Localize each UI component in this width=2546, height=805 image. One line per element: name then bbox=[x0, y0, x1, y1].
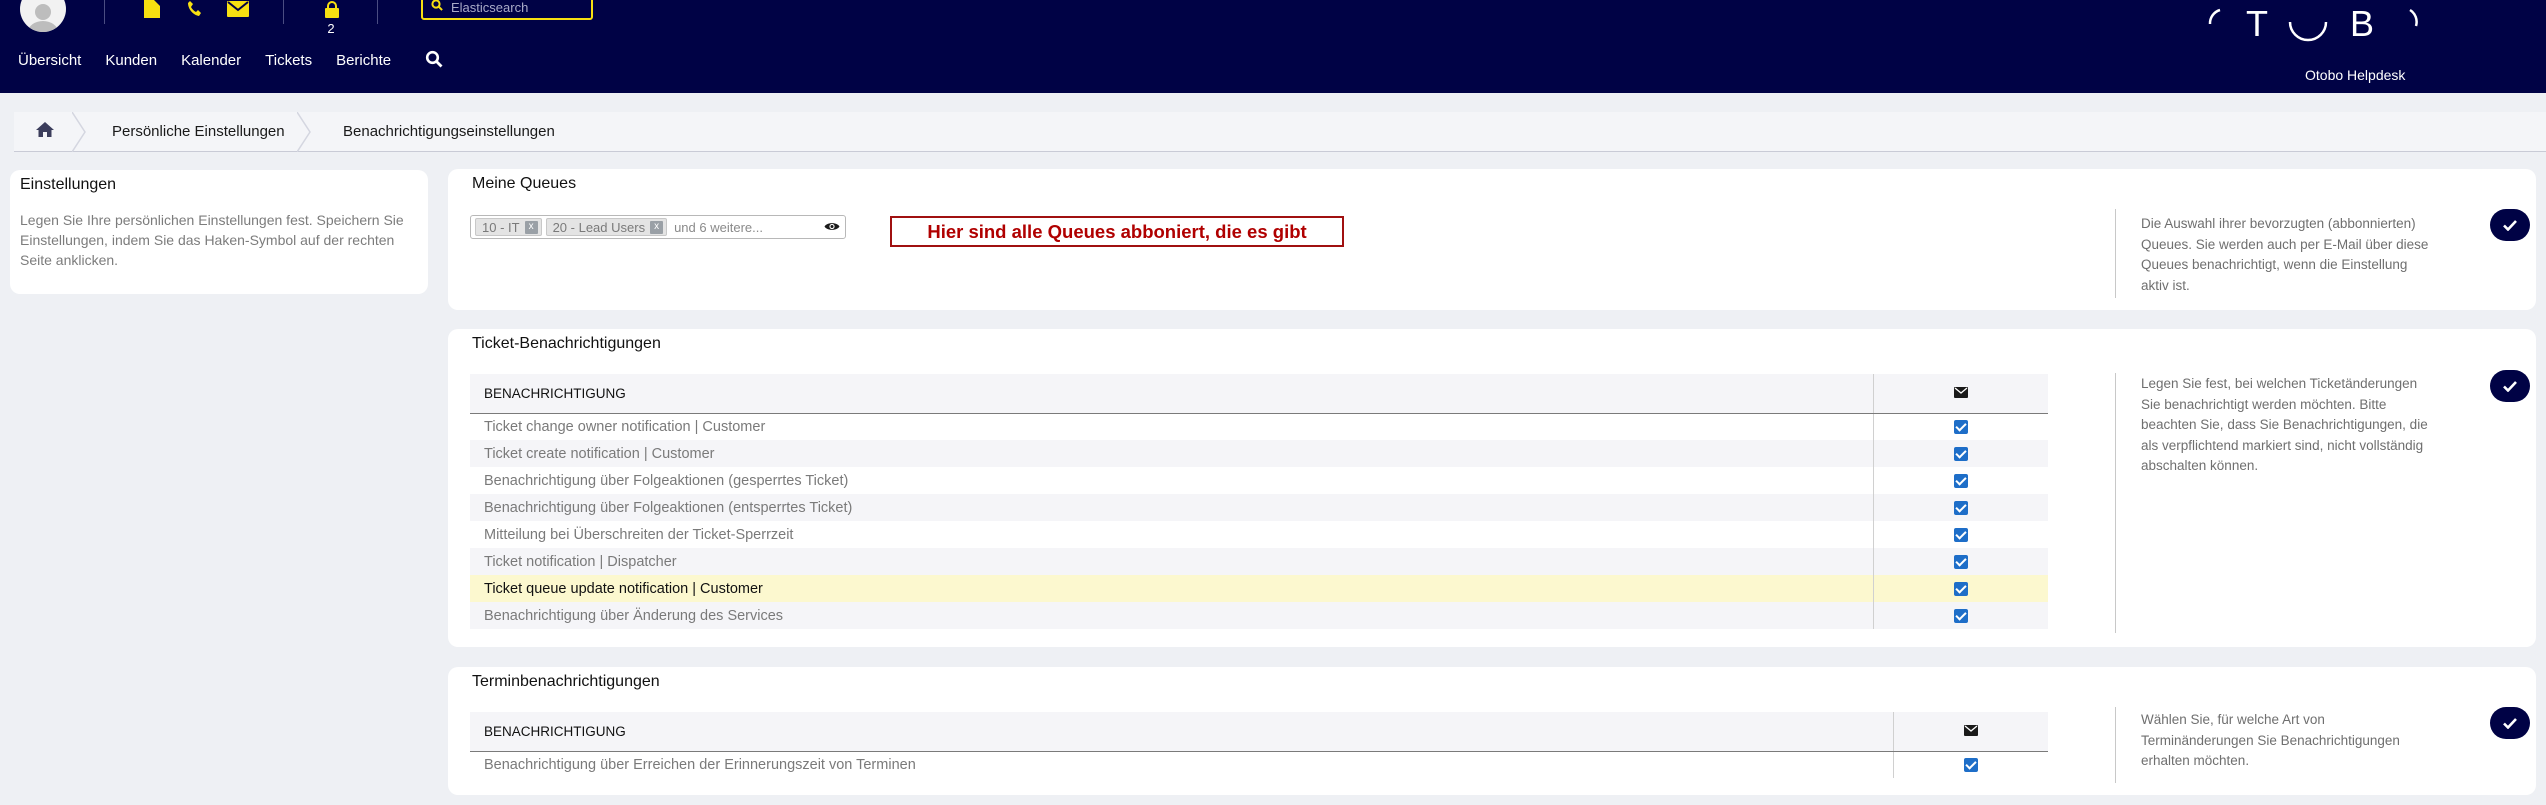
sidebar-title: Einstellungen bbox=[20, 176, 117, 193]
nav-reports[interactable]: Berichte bbox=[336, 52, 391, 69]
nav-overview[interactable]: Übersicht bbox=[18, 52, 81, 69]
eye-icon[interactable] bbox=[824, 220, 840, 235]
locked-tickets-count[interactable]: 2 bbox=[325, 21, 337, 36]
notification-label: Ticket notification | Dispatcher bbox=[470, 548, 1873, 575]
notification-label: Benachrichtigung über Folgeaktionen (ent… bbox=[470, 494, 1873, 521]
table-row: Mitteilung bei Überschreiten der Ticket-… bbox=[470, 521, 2048, 548]
appointment-notifications-card: Terminbenachrichtigungen BENACHRICHTIGUN… bbox=[448, 667, 2536, 795]
elasticsearch-input[interactable] bbox=[451, 0, 581, 15]
table-row: Ticket notification | Dispatcher bbox=[470, 548, 2048, 575]
table-row: Ticket create notification | Customer bbox=[470, 440, 2048, 467]
envelope-icon bbox=[1953, 386, 1968, 398]
save-appointment-notifications-button[interactable] bbox=[2490, 707, 2530, 739]
table-row: Benachrichtigung über Folgeaktionen (ent… bbox=[470, 494, 2048, 521]
header-divider bbox=[377, 0, 378, 24]
card-divider bbox=[2115, 209, 2116, 298]
notification-column-header: BENACHRICHTIGUNG bbox=[470, 374, 1873, 414]
search-icon bbox=[431, 0, 443, 16]
breadcrumb: Persönliche Einstellungen Benachrichtigu… bbox=[14, 112, 2546, 152]
queue-tag-label: 10 - IT bbox=[482, 219, 520, 235]
breadcrumb-chevron-icon bbox=[297, 112, 311, 152]
top-header: 2 Übersicht Kunden Kalender Tickets Beri… bbox=[0, 0, 2546, 93]
settings-sidebar: Einstellungen Legen Sie Ihre persönliche… bbox=[10, 170, 428, 294]
notification-label: Ticket change owner notification | Custo… bbox=[470, 413, 1873, 440]
otobo-logo[interactable]: T B bbox=[2190, 3, 2430, 44]
user-avatar[interactable] bbox=[20, 0, 66, 32]
notification-checkbox[interactable] bbox=[1953, 554, 1968, 569]
header-divider bbox=[283, 0, 284, 24]
notification-column-header: BENACHRICHTIGUNG bbox=[470, 712, 1893, 752]
appointment-notifications-description: Wählen Sie, für welche Art von Terminänd… bbox=[2141, 712, 2400, 768]
notification-label: Benachrichtigung über Folgeaktionen (ges… bbox=[470, 467, 1873, 494]
more-queues-label[interactable]: und 6 weitere... bbox=[674, 220, 763, 235]
checkmark-icon bbox=[2503, 380, 2517, 392]
table-row: Benachrichtigung über Erreichen der Erin… bbox=[470, 751, 2048, 778]
notification-label: Mitteilung bei Überschreiten der Ticket-… bbox=[470, 521, 1873, 548]
queue-tag-label: 20 - Lead Users bbox=[552, 219, 646, 235]
email-column-header bbox=[1872, 374, 2048, 414]
remove-tag-icon[interactable]: x bbox=[650, 220, 664, 234]
nav-calendar[interactable]: Kalender bbox=[181, 52, 241, 69]
notification-checkbox[interactable] bbox=[1953, 581, 1968, 596]
remove-tag-icon[interactable]: x bbox=[524, 220, 538, 234]
my-queues-card: Meine Queues 10 - IT x 20 - Lead Users x… bbox=[448, 169, 2536, 310]
phone-icon[interactable] bbox=[186, 0, 204, 18]
notification-checkbox[interactable] bbox=[1953, 473, 1968, 488]
checkmark-icon bbox=[2503, 219, 2517, 231]
breadcrumb-chevron-icon bbox=[72, 112, 86, 152]
save-queues-button[interactable] bbox=[2490, 209, 2530, 241]
queue-tag: 10 - IT x bbox=[475, 218, 542, 236]
ticket-notifications-card: Ticket-Benachrichtigungen BENACHRICHTIGU… bbox=[448, 329, 2536, 647]
ticket-notifications-description: Legen Sie fest, bei welchen Ticketänderu… bbox=[2141, 376, 2428, 473]
elasticsearch-box[interactable] bbox=[421, 0, 593, 20]
lock-icon[interactable] bbox=[324, 0, 340, 18]
table-row: Benachrichtigung über Änderung des Servi… bbox=[470, 602, 2048, 629]
notification-label: Ticket queue update notification | Custo… bbox=[470, 575, 1873, 602]
nav-tickets[interactable]: Tickets bbox=[265, 52, 312, 69]
notification-checkbox[interactable] bbox=[1963, 757, 1978, 772]
queues-description: Die Auswahl ihrer bevorzugten (abbonnier… bbox=[2141, 216, 2429, 293]
ticket-notifications-title: Ticket-Benachrichtigungen bbox=[472, 335, 661, 352]
table-row-hovered[interactable]: Ticket queue update notification | Custo… bbox=[470, 575, 2048, 602]
nav-search-icon[interactable] bbox=[425, 50, 443, 73]
logo-letter-t: T bbox=[2246, 4, 2268, 44]
notification-checkbox[interactable] bbox=[1953, 500, 1968, 515]
notification-checkbox[interactable] bbox=[1953, 446, 1968, 461]
queue-tag: 20 - Lead Users x bbox=[545, 218, 668, 236]
notification-label: Benachrichtigung über Änderung des Servi… bbox=[470, 602, 1873, 629]
breadcrumb-notification-settings: Benachrichtigungseinstellungen bbox=[343, 123, 555, 140]
notification-checkbox[interactable] bbox=[1953, 419, 1968, 434]
breadcrumb-personal-settings[interactable]: Persönliche Einstellungen bbox=[112, 123, 285, 140]
notification-checkbox[interactable] bbox=[1953, 527, 1968, 542]
table-row: Ticket change owner notification | Custo… bbox=[470, 413, 2048, 440]
notification-checkbox[interactable] bbox=[1953, 608, 1968, 623]
queues-annotation: Hier sind alle Queues abboniert, die es … bbox=[890, 216, 1344, 247]
appointment-notifications-table: BENACHRICHTIGUNG Benachrichtigung über E… bbox=[470, 712, 2048, 778]
envelope-icon bbox=[1963, 724, 1978, 736]
ticket-notifications-table: BENACHRICHTIGUNG Ticket change owner not… bbox=[470, 374, 2048, 629]
product-name: Otobo Helpdesk bbox=[2305, 67, 2406, 83]
save-ticket-notifications-button[interactable] bbox=[2490, 370, 2530, 402]
home-icon[interactable] bbox=[36, 122, 54, 142]
queue-multiselect[interactable]: 10 - IT x 20 - Lead Users x und 6 weiter… bbox=[470, 215, 846, 239]
my-queues-title: Meine Queues bbox=[472, 175, 577, 192]
email-column-header bbox=[1892, 712, 2048, 752]
card-divider bbox=[2115, 707, 2116, 783]
sidebar-text: Legen Sie Ihre persönlichen Einstellunge… bbox=[20, 212, 404, 268]
notification-label: Ticket create notification | Customer bbox=[470, 440, 1873, 467]
main-nav: Übersicht Kunden Kalender Tickets Berich… bbox=[18, 52, 415, 69]
header-divider bbox=[104, 0, 105, 24]
notification-label: Benachrichtigung über Erreichen der Erin… bbox=[470, 751, 1893, 778]
checkmark-icon bbox=[2503, 717, 2517, 729]
email-icon[interactable] bbox=[226, 0, 250, 18]
table-row: Benachrichtigung über Folgeaktionen (ges… bbox=[470, 467, 2048, 494]
card-divider bbox=[2115, 373, 2116, 633]
new-ticket-icon[interactable] bbox=[143, 0, 161, 18]
appointment-notifications-title: Terminbenachrichtigungen bbox=[472, 673, 660, 690]
logo-letter-b: B bbox=[2350, 4, 2374, 44]
nav-customers[interactable]: Kunden bbox=[105, 52, 157, 69]
